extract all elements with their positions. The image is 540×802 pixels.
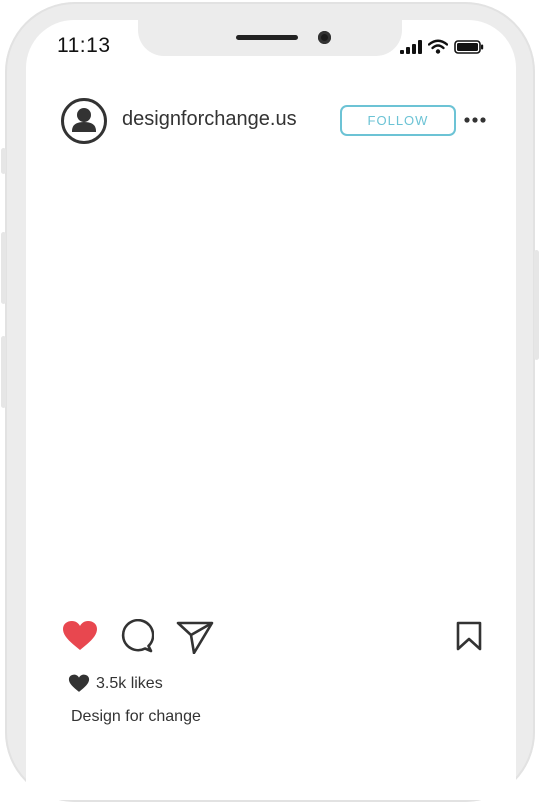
front-camera bbox=[318, 31, 331, 44]
status-time: 11:13 bbox=[57, 34, 111, 57]
phone-notch bbox=[138, 20, 402, 56]
phone-screen: 11:13 designforchange.us FOLLOW 3.5k lik… bbox=[26, 20, 516, 800]
wifi-icon bbox=[428, 39, 448, 54]
signal-icon bbox=[400, 39, 422, 54]
battery-icon bbox=[454, 39, 484, 54]
like-count-heart-icon bbox=[68, 674, 90, 692]
post-caption: Design for change bbox=[71, 708, 201, 725]
status-icons bbox=[400, 39, 484, 54]
side-button-silent bbox=[1, 148, 6, 174]
post-image[interactable] bbox=[26, 160, 516, 600]
username-link[interactable]: designforchange.us bbox=[122, 108, 297, 131]
post-header: designforchange.us FOLLOW bbox=[26, 96, 516, 146]
likes-row[interactable]: 3.5k likes bbox=[68, 674, 163, 693]
more-options-icon[interactable] bbox=[464, 116, 486, 124]
avatar-icon[interactable] bbox=[61, 98, 107, 144]
side-button-power bbox=[534, 250, 539, 360]
side-button-volume-down bbox=[1, 336, 6, 408]
side-button-volume-up bbox=[1, 232, 6, 304]
heart-icon[interactable] bbox=[62, 620, 98, 652]
share-icon[interactable] bbox=[176, 620, 214, 654]
likes-count: 3.5k likes bbox=[96, 674, 163, 692]
speaker-grille bbox=[236, 35, 298, 40]
bookmark-icon[interactable] bbox=[456, 621, 482, 651]
comment-icon[interactable] bbox=[120, 619, 154, 653]
follow-button[interactable]: FOLLOW bbox=[340, 105, 456, 136]
post-actions bbox=[26, 618, 516, 658]
